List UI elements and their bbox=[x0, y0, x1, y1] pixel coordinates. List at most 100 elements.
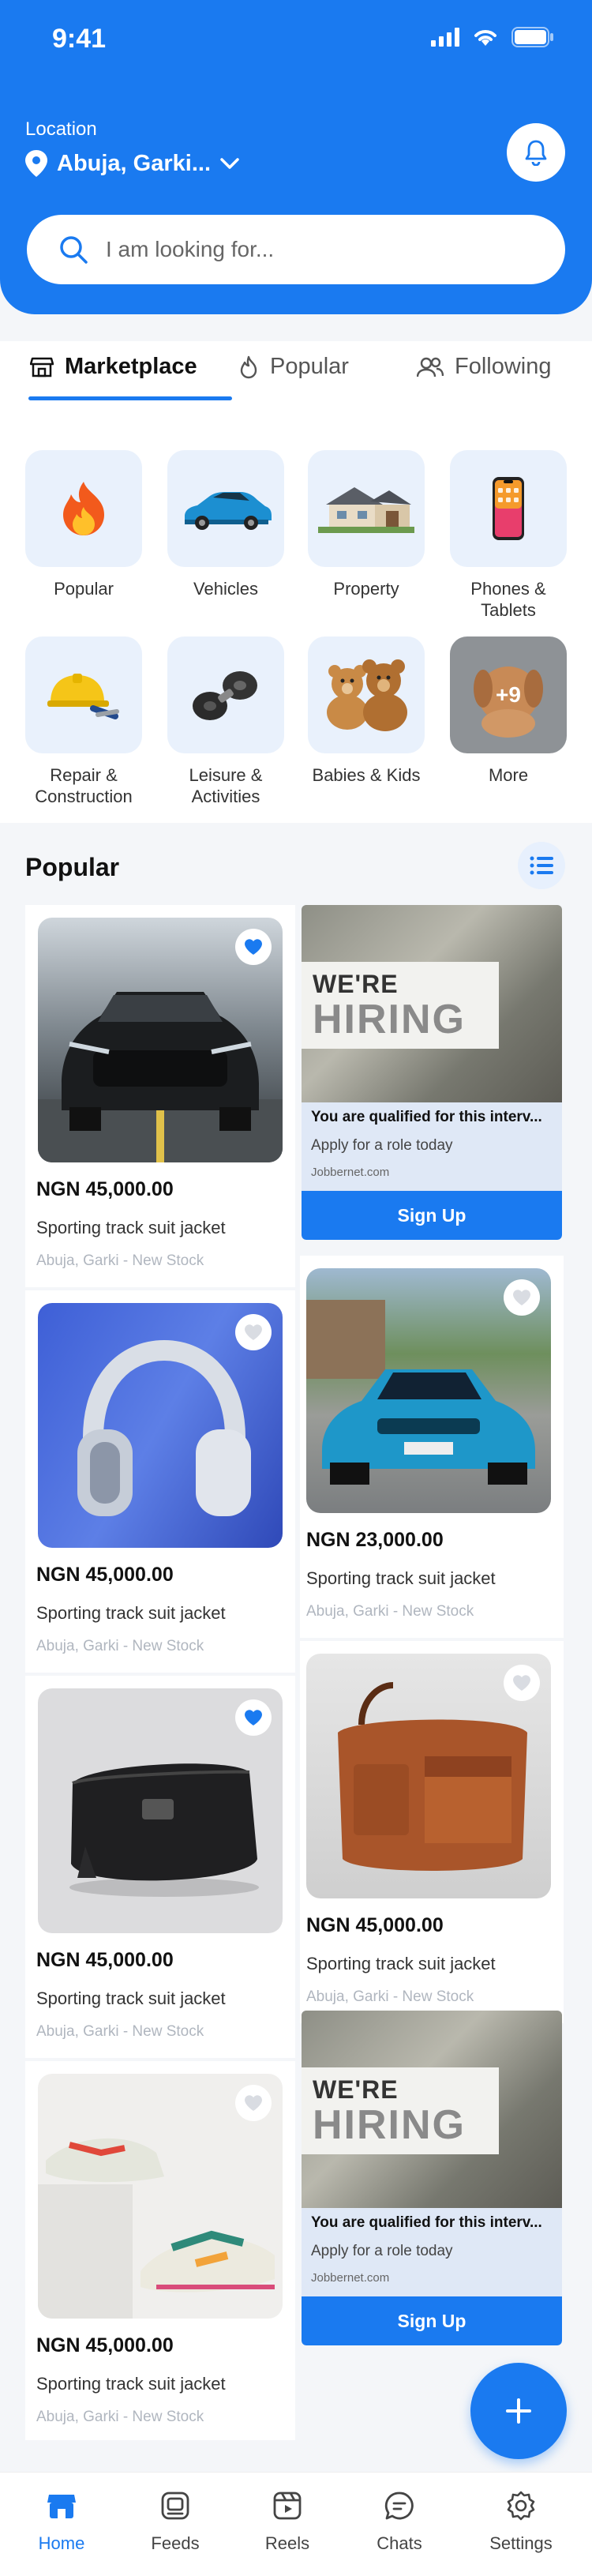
list-view-button[interactable] bbox=[518, 842, 565, 889]
status-icons bbox=[431, 27, 554, 47]
settings-icon bbox=[507, 2491, 535, 2521]
tab-following[interactable]: Following bbox=[417, 354, 552, 380]
favorite-button[interactable] bbox=[504, 1665, 540, 1701]
product-name: Sporting track suit jacket bbox=[36, 1603, 226, 1623]
heart-outline-icon bbox=[245, 1324, 262, 1340]
category-more[interactable]: +9 More bbox=[448, 636, 568, 786]
reels-icon bbox=[273, 2492, 302, 2520]
job-ad-card[interactable]: WE'RE HIRING You are qualified for this … bbox=[302, 905, 562, 1240]
product-name: Sporting track suit jacket bbox=[306, 1954, 496, 1973]
phone-icon bbox=[493, 477, 524, 540]
status-time: 9:41 bbox=[52, 24, 107, 54]
category-property[interactable]: Property bbox=[306, 450, 426, 599]
nav-label: Home bbox=[38, 2533, 85, 2553]
location-value: Abuja, Garki... bbox=[57, 150, 211, 176]
search-input[interactable] bbox=[106, 237, 548, 262]
tab-marketplace[interactable]: Marketplace bbox=[30, 354, 197, 380]
product-location: Abuja, Garki - New Stock bbox=[36, 2409, 204, 2425]
product-location: Abuja, Garki - New Stock bbox=[306, 1988, 474, 2005]
category-babies-kids[interactable]: Babies & Kids bbox=[306, 636, 426, 786]
category-tile bbox=[25, 636, 142, 753]
category-label: Vehicles bbox=[193, 579, 258, 599]
category-tile bbox=[167, 450, 284, 567]
flame-icon bbox=[240, 355, 257, 378]
battery-icon bbox=[511, 27, 553, 47]
product-location: Abuja, Garki - New Stock bbox=[306, 1603, 474, 1620]
category-label: Phones & Tablets bbox=[470, 579, 546, 620]
favorite-button[interactable] bbox=[235, 1699, 272, 1736]
favorite-button[interactable] bbox=[504, 1279, 540, 1316]
chat-icon bbox=[384, 2492, 414, 2520]
job-ad-card[interactable]: WE'RE HIRING You are qualified for this … bbox=[302, 2011, 562, 2345]
product-name: Sporting track suit jacket bbox=[36, 2374, 226, 2394]
category-label: Popular bbox=[54, 579, 114, 599]
ad-title: You are qualified for this interv... bbox=[311, 2214, 542, 2231]
banner-line: WE'RE bbox=[313, 2075, 399, 2104]
heart-outline-icon bbox=[245, 2095, 262, 2111]
product-card[interactable]: NGN 45,000.00 Sporting track suit jacket… bbox=[300, 1641, 564, 2023]
product-price: NGN 45,000.00 bbox=[36, 1564, 174, 1586]
location-selector[interactable]: Abuja, Garki... bbox=[25, 150, 239, 177]
category-label: Property bbox=[333, 579, 399, 599]
bell-icon bbox=[525, 140, 547, 166]
product-image bbox=[306, 1268, 551, 1513]
product-card[interactable]: NGN 45,000.00 Sporting track suit jacket… bbox=[25, 1290, 295, 1673]
chevron-down-icon bbox=[220, 158, 239, 169]
category-vehicles[interactable]: Vehicles bbox=[166, 450, 286, 599]
header: 9:41 Location Abuja, Garki... bbox=[0, 0, 592, 314]
more-badge: +9 bbox=[496, 682, 521, 707]
house-icon bbox=[318, 487, 414, 533]
teddy-bear-icon bbox=[327, 659, 407, 731]
ad-url: Jobbernet.com bbox=[311, 1166, 390, 1179]
tab-bar: Marketplace Popular Following bbox=[0, 341, 592, 404]
product-card[interactable]: NGN 45,000.00 Sporting track suit jacket… bbox=[25, 1676, 295, 2058]
product-card[interactable]: NGN 23,000.00 Sporting track suit jacket… bbox=[300, 1256, 564, 1638]
category-repair-construction[interactable]: Repair & Construction bbox=[24, 636, 144, 807]
plus-icon bbox=[506, 2398, 531, 2424]
product-image bbox=[306, 1654, 551, 1898]
sign-up-button[interactable]: Sign Up bbox=[302, 1191, 562, 1240]
product-image bbox=[38, 1688, 283, 1933]
nav-home[interactable]: Home bbox=[14, 2490, 109, 2554]
feeds-icon bbox=[161, 2492, 189, 2520]
nav-label: Chats bbox=[377, 2533, 422, 2553]
hiring-banner: WE'RE HIRING bbox=[302, 962, 499, 1049]
category-tile bbox=[308, 636, 425, 753]
nav-chats[interactable]: Chats bbox=[352, 2490, 447, 2554]
tab-popular[interactable]: Popular bbox=[238, 354, 349, 380]
category-grid: Popular Vehicles Property Phones & Table… bbox=[0, 404, 592, 823]
category-label: Leisure & Activities bbox=[189, 765, 263, 806]
sign-up-button[interactable]: Sign Up bbox=[302, 2296, 562, 2345]
notifications-button[interactable] bbox=[507, 123, 565, 182]
add-listing-button[interactable] bbox=[470, 2363, 567, 2459]
ad-image: WE'RE HIRING bbox=[302, 905, 562, 1102]
product-card[interactable]: NGN 45,000.00 Sporting track suit jacket… bbox=[25, 905, 295, 1287]
favorite-button[interactable] bbox=[235, 2085, 272, 2121]
search-icon bbox=[60, 236, 88, 264]
location-label: Location bbox=[25, 118, 97, 140]
hardhat-icon bbox=[47, 674, 119, 719]
category-popular[interactable]: Popular bbox=[24, 450, 144, 599]
nav-reels[interactable]: Reels bbox=[240, 2490, 335, 2554]
product-price: NGN 45,000.00 bbox=[306, 1914, 444, 1936]
nav-feeds[interactable]: Feeds bbox=[128, 2490, 223, 2554]
list-icon bbox=[530, 856, 553, 875]
active-tab-indicator bbox=[28, 396, 232, 400]
search-bar[interactable] bbox=[27, 215, 565, 284]
category-label: Babies & Kids bbox=[312, 765, 421, 785]
fire-icon bbox=[63, 482, 104, 535]
favorite-button[interactable] bbox=[235, 929, 272, 965]
product-card[interactable]: NGN 45,000.00 Sporting track suit jacket… bbox=[25, 2061, 295, 2440]
category-leisure-activities[interactable]: Leisure & Activities bbox=[166, 636, 286, 807]
heart-outline-icon bbox=[513, 1290, 530, 1305]
category-tile bbox=[167, 636, 284, 753]
favorite-button[interactable] bbox=[235, 1314, 272, 1350]
ad-url: Jobbernet.com bbox=[311, 2271, 390, 2285]
category-tile: +9 bbox=[450, 636, 567, 753]
nav-settings[interactable]: Settings bbox=[474, 2490, 568, 2554]
status-bar: 9:41 bbox=[0, 0, 592, 79]
category-phones-tablets[interactable]: Phones & Tablets bbox=[448, 450, 568, 621]
product-image bbox=[38, 1303, 283, 1548]
ad-text: You are qualified for this interv... App… bbox=[311, 2214, 556, 2285]
product-price: NGN 23,000.00 bbox=[306, 1529, 444, 1551]
